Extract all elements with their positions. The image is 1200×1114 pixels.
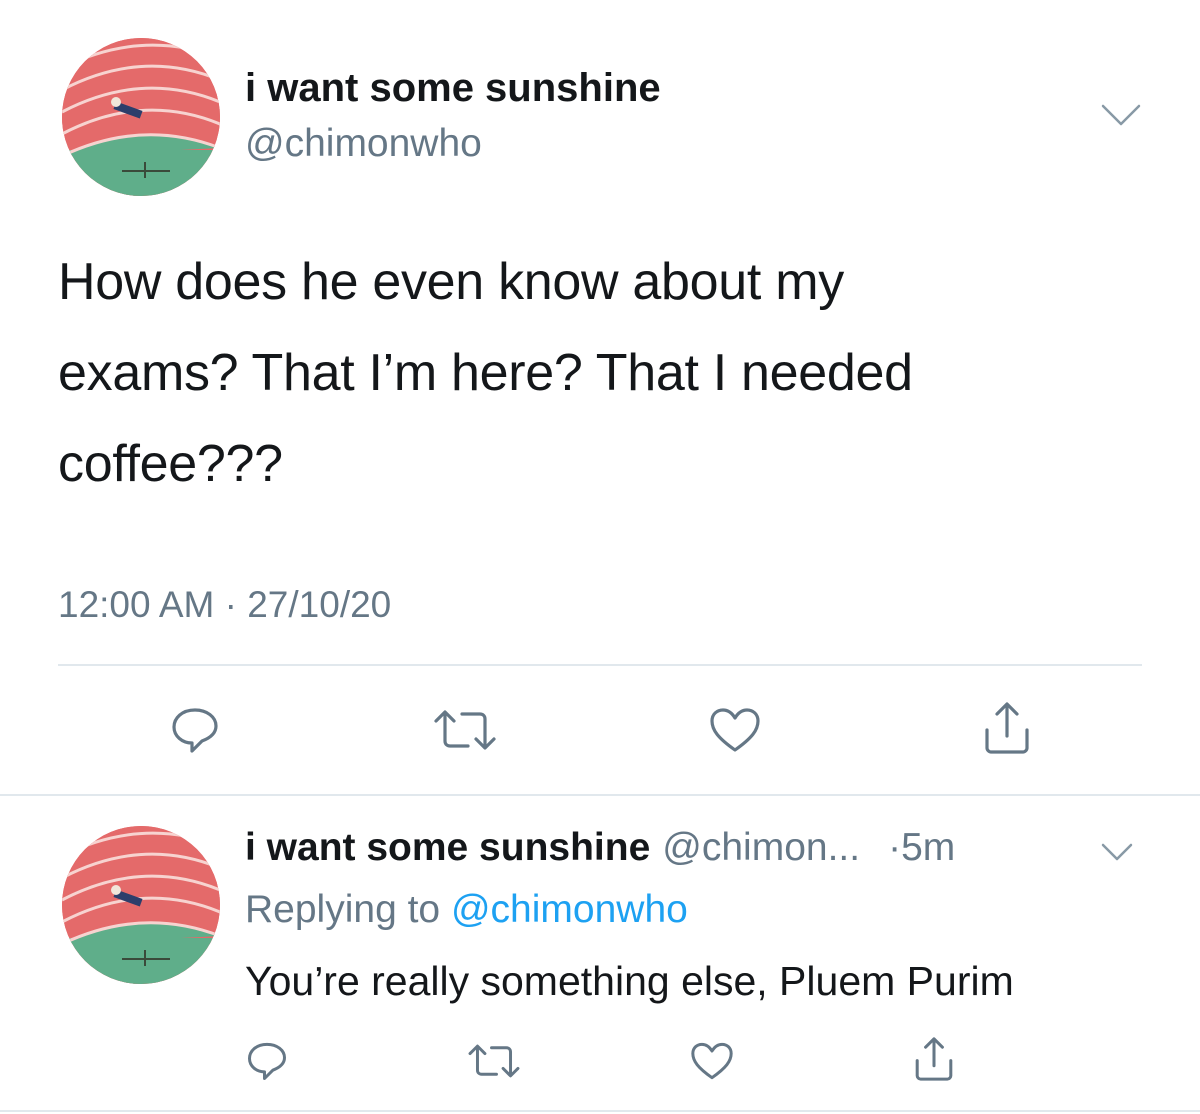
reply-header: i want some sunshine @chimon... ·5m xyxy=(245,826,955,870)
like-button[interactable] xyxy=(684,1036,740,1086)
share-button[interactable] xyxy=(906,1032,962,1086)
tweet-text: How does he even know about my exams? Th… xyxy=(58,237,1158,510)
retweet-icon xyxy=(434,710,496,750)
like-icon xyxy=(691,1042,733,1080)
like-icon xyxy=(710,708,760,752)
replying-prefix: Replying to xyxy=(245,888,441,931)
share-button[interactable] xyxy=(972,696,1042,760)
reply-icon xyxy=(172,708,218,753)
avatar-image xyxy=(62,826,220,984)
reply-user-handle[interactable]: @chimon... xyxy=(662,826,860,870)
share-icon xyxy=(985,702,1029,754)
tweet-date: 27/10/20 xyxy=(247,584,392,625)
retweet-icon xyxy=(468,1044,520,1078)
share-icon xyxy=(915,1037,953,1081)
retweet-button[interactable] xyxy=(462,1036,526,1086)
reply-icon xyxy=(248,1042,286,1080)
reply-display-name[interactable]: i want some sunshine xyxy=(245,826,650,870)
chevron-down-icon[interactable] xyxy=(1100,102,1142,128)
reply-button[interactable] xyxy=(160,700,230,760)
reply-text: You’re really something else, Pluem Puri… xyxy=(245,958,1014,1004)
avatar[interactable] xyxy=(62,38,220,196)
tweet-text-line: coffee??? xyxy=(58,435,283,493)
divider xyxy=(58,664,1142,666)
retweet-button[interactable] xyxy=(425,700,505,760)
divider xyxy=(0,794,1200,796)
tweet-text-line: exams? That I’m here? That I needed xyxy=(58,344,913,402)
chevron-down-icon[interactable] xyxy=(1100,842,1134,862)
avatar-image xyxy=(62,38,220,196)
display-name[interactable]: i want some sunshine xyxy=(245,66,661,111)
replying-to: Replying to @chimonwho xyxy=(245,888,688,932)
replying-mention[interactable]: @chimonwho xyxy=(451,888,688,931)
tweet-timestamp[interactable]: 12:00 AM · 27/10/20 xyxy=(58,584,391,626)
reply-avatar[interactable] xyxy=(62,826,220,984)
tweet-text-line: How does he even know about my xyxy=(58,253,844,311)
divider xyxy=(0,1110,1200,1112)
reply-button[interactable] xyxy=(240,1036,294,1086)
like-button[interactable] xyxy=(700,700,770,760)
user-handle[interactable]: @chimonwho xyxy=(245,122,482,166)
separator: · xyxy=(224,584,237,625)
tweet-time: 12:00 AM xyxy=(58,584,215,625)
reply-time[interactable]: ·5m xyxy=(888,826,955,870)
